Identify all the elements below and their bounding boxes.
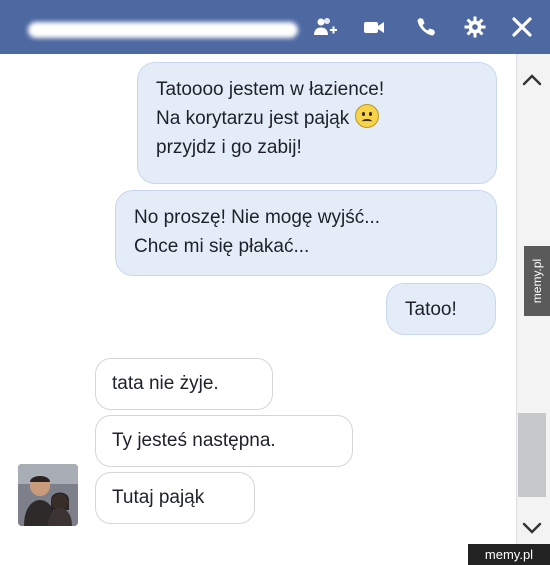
- message-line: Na korytarzu jest pająk: [156, 104, 478, 133]
- message-line: przyjdz i go zabij!: [156, 137, 302, 158]
- scroll-down-icon[interactable]: [518, 514, 546, 542]
- avatar[interactable]: [18, 464, 78, 526]
- side-watermark-text: memy.pl: [530, 258, 545, 304]
- message-bubble-outgoing: Tatoooo jestem w łazience! Na korytarzu …: [137, 62, 497, 184]
- message-bubble-outgoing: Tatoo!: [386, 283, 496, 335]
- message-line: Tatoooo jestem w łazience!: [156, 79, 385, 100]
- message-line: Ty jesteś następna.: [112, 430, 276, 451]
- avatar-photo: [18, 464, 78, 526]
- sad-face-icon: [354, 104, 379, 128]
- bottom-watermark: memy.pl: [468, 544, 550, 565]
- side-watermark: memy.pl: [524, 246, 550, 316]
- chat-titlebar: [0, 0, 550, 54]
- message-bubble-incoming: tata nie żyje.: [95, 358, 273, 410]
- close-icon[interactable]: [510, 15, 534, 39]
- contact-name-redacted[interactable]: [28, 22, 298, 38]
- message-line: Tutaj pająk: [112, 487, 205, 508]
- phone-icon[interactable]: [414, 15, 438, 39]
- message-line: tata nie żyje.: [112, 373, 219, 394]
- scrollbar-thumb[interactable]: [518, 413, 546, 497]
- gear-icon[interactable]: [463, 15, 487, 39]
- add-friend-icon[interactable]: [313, 15, 337, 39]
- message-line: Chce mi się płakać...: [134, 236, 310, 257]
- message-bubble-incoming: Ty jesteś następna.: [95, 415, 353, 467]
- message-line: No proszę! Nie mogę wyjść...: [134, 207, 381, 228]
- message-line: Tatoo!: [405, 299, 457, 320]
- message-bubble-outgoing: No proszę! Nie mogę wyjść... Chce mi się…: [115, 190, 497, 276]
- scroll-up-icon[interactable]: [518, 66, 546, 94]
- message-bubble-incoming: Tutaj pająk: [95, 472, 255, 524]
- bottom-watermark-text: memy.pl: [484, 547, 534, 562]
- video-call-icon[interactable]: [362, 15, 386, 39]
